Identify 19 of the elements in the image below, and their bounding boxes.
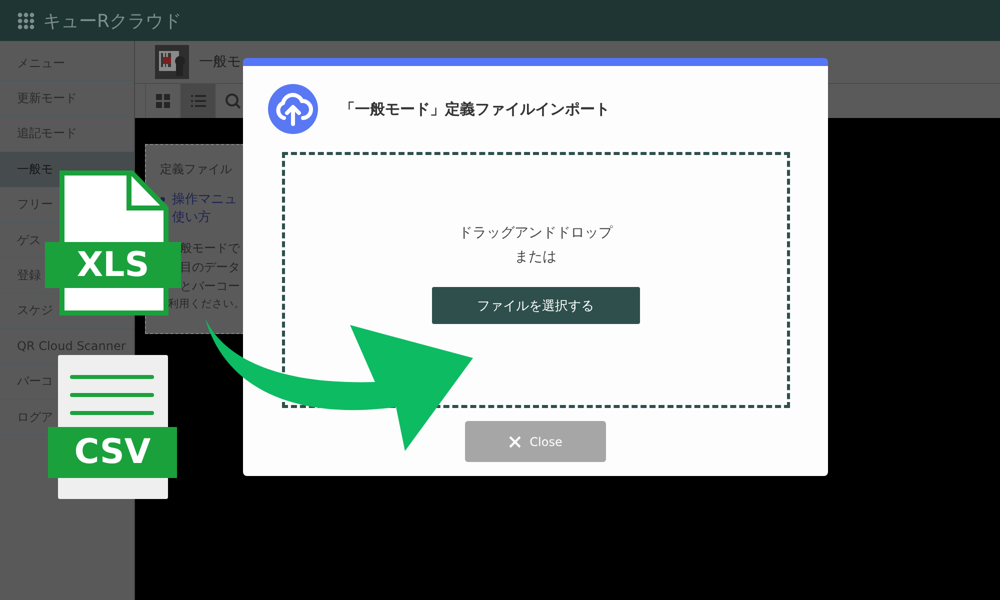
list-view-icon (190, 95, 206, 107)
grid-view-icon (156, 94, 170, 108)
file-type-label: CSV (48, 427, 177, 478)
close-button[interactable]: Close (465, 421, 606, 462)
manual-link[interactable]: 操作マニュ (172, 190, 237, 208)
dialog-title: 「一般モード」定義ファイルインポート (340, 100, 610, 118)
search-icon (225, 93, 241, 109)
manual-link[interactable]: 使い方 (172, 208, 211, 226)
app-title: キューRクラウド (43, 10, 182, 32)
drop-text: ドラッグアンドドロップ (458, 224, 612, 243)
barcode-scanner-icon (155, 45, 189, 79)
page-title: 一般モ (199, 53, 241, 71)
cloud-upload-icon (268, 84, 318, 134)
apps-icon[interactable] (17, 12, 35, 30)
drop-subtext: または (514, 248, 556, 267)
sidebar-item[interactable]: 一般モ (17, 160, 53, 178)
close-icon (508, 436, 521, 448)
select-file-button[interactable]: ファイルを選択する (432, 287, 640, 324)
file-type-label: XLS (45, 242, 181, 288)
